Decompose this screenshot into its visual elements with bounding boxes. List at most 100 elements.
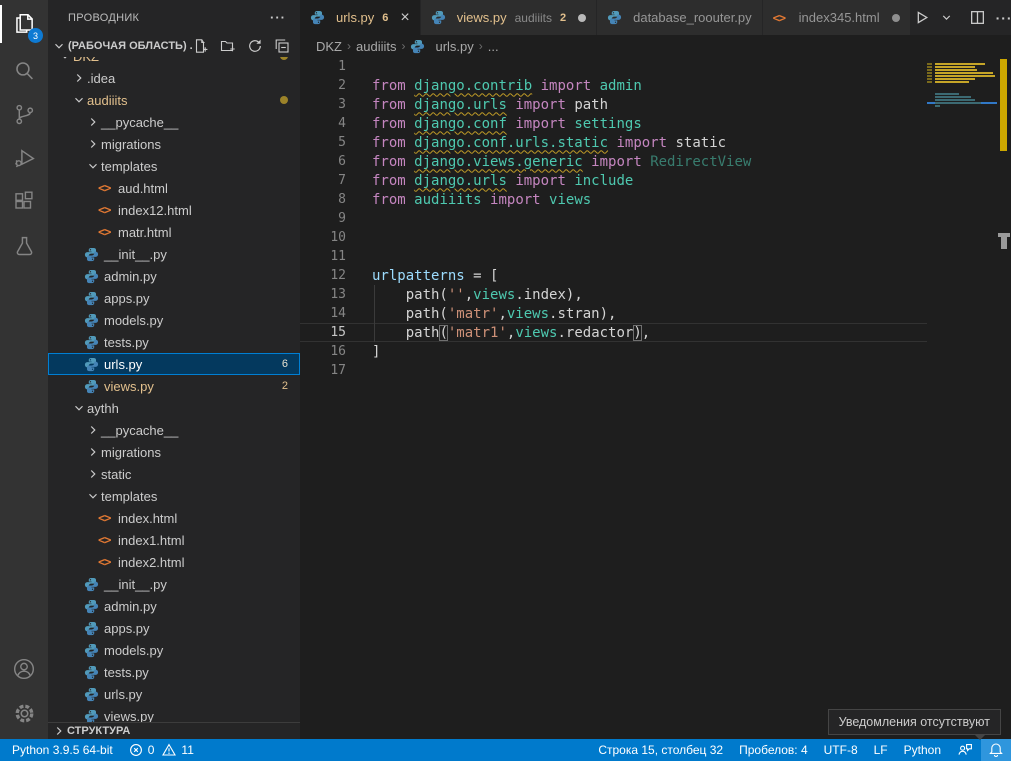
extensions-icon[interactable] bbox=[0, 180, 48, 224]
tree-item-admin.py[interactable]: admin.py bbox=[48, 265, 300, 287]
tree-item-aythh[interactable]: aythh bbox=[48, 397, 300, 419]
tree-item-index.html[interactable]: <>index.html bbox=[48, 507, 300, 529]
tree-item-label: models.py bbox=[104, 643, 163, 658]
collapse-all-icon[interactable] bbox=[274, 38, 290, 54]
account-icon[interactable] bbox=[0, 647, 48, 691]
tree-item-apps.py[interactable]: apps.py bbox=[48, 617, 300, 639]
explorer-icon[interactable]: 3 bbox=[0, 0, 48, 48]
tree-item-matr.html[interactable]: <>matr.html bbox=[48, 221, 300, 243]
tree-item-templates[interactable]: templates bbox=[48, 485, 300, 507]
cursor-marker-stub bbox=[1001, 237, 1007, 249]
tree-item-label: aythh bbox=[87, 401, 119, 416]
tree-item-views.py[interactable]: views.py2 bbox=[48, 375, 300, 397]
tree-item-views.py[interactable]: views.py bbox=[48, 705, 300, 722]
tree-item-index1.html[interactable]: <>index1.html bbox=[48, 529, 300, 551]
line-number: 7 bbox=[300, 173, 346, 188]
breadcrumb-item-urls.py[interactable]: urls.py bbox=[410, 39, 473, 54]
tree-item-models.py[interactable]: models.py bbox=[48, 309, 300, 331]
workspace-section-header[interactable]: (РАБОЧАЯ ОБЛАСТЬ) ... bbox=[48, 35, 300, 57]
tree-item-aud.html[interactable]: <>aud.html bbox=[48, 177, 300, 199]
tab-urls.py[interactable]: urls.py6× bbox=[300, 0, 421, 35]
tree-item-label: templates bbox=[101, 159, 157, 174]
tree-item-__init__.py[interactable]: __init__.py bbox=[48, 243, 300, 265]
search-icon[interactable] bbox=[0, 48, 48, 92]
status-language-mode[interactable]: Python bbox=[896, 739, 949, 761]
code-line: 14 path('matr',views.stran), bbox=[300, 304, 927, 323]
breadcrumb-separator-icon: › bbox=[401, 39, 405, 53]
feedback-icon[interactable] bbox=[949, 739, 981, 761]
testing-icon[interactable] bbox=[0, 224, 48, 268]
tree-item-tests.py[interactable]: tests.py bbox=[48, 331, 300, 353]
tree-item-audiiits[interactable]: audiiits bbox=[48, 89, 300, 111]
tab-database_roouter.py[interactable]: database_roouter.py bbox=[597, 0, 763, 35]
code-line: 13 path('',views.index), bbox=[300, 285, 927, 304]
settings-gear-icon[interactable] bbox=[0, 691, 48, 735]
status-indentation[interactable]: Пробелов: 4 bbox=[731, 739, 816, 761]
tree-item-admin.py[interactable]: admin.py bbox=[48, 595, 300, 617]
tree-item-migrations[interactable]: migrations bbox=[48, 441, 300, 463]
error-icon bbox=[129, 743, 143, 757]
status-encoding[interactable]: UTF-8 bbox=[816, 739, 866, 761]
structure-section-header[interactable]: СТРУКТУРА bbox=[48, 722, 300, 739]
run-and-debug-icon[interactable] bbox=[0, 136, 48, 180]
python-icon bbox=[84, 357, 104, 372]
more-actions-icon[interactable]: ··· bbox=[994, 8, 1011, 28]
tab-views.py[interactable]: views.pyaudiiits2 bbox=[421, 0, 597, 35]
sidebar-title: ПРОВОДНИК bbox=[68, 12, 139, 24]
split-editor-icon[interactable] bbox=[967, 7, 988, 28]
sidebar-more-actions-icon[interactable]: ··· bbox=[270, 10, 286, 25]
status-eol[interactable]: LF bbox=[866, 739, 896, 761]
tree-item-__pycache__[interactable]: __pycache__ bbox=[48, 419, 300, 441]
tree-item-static[interactable]: static bbox=[48, 463, 300, 485]
overview-ruler[interactable] bbox=[997, 57, 1011, 739]
tree-item-urls.py[interactable]: urls.py bbox=[48, 683, 300, 705]
breadcrumb-item-audiiits[interactable]: audiiits bbox=[356, 39, 396, 54]
code-line: 8from audiiits import views bbox=[300, 190, 927, 209]
notifications-bell-icon[interactable] bbox=[981, 739, 1011, 761]
minimap[interactable] bbox=[927, 60, 997, 180]
new-folder-icon[interactable] bbox=[220, 38, 236, 54]
tree-item-__pycache__[interactable]: __pycache__ bbox=[48, 111, 300, 133]
run-dropdown-chevron-icon[interactable] bbox=[938, 9, 955, 26]
tree-item-index2.html[interactable]: <>index2.html bbox=[48, 551, 300, 573]
tree-item-templates[interactable]: templates bbox=[48, 155, 300, 177]
tree-item-apps.py[interactable]: apps.py bbox=[48, 287, 300, 309]
tree-item-__init__.py[interactable]: __init__.py bbox=[48, 573, 300, 595]
minimap-warning-mark bbox=[935, 66, 975, 68]
tree-item-tests.py[interactable]: tests.py bbox=[48, 661, 300, 683]
chevron-right-icon bbox=[84, 467, 101, 481]
python-icon bbox=[84, 665, 104, 680]
code-line: 17 bbox=[300, 361, 927, 380]
source-control-icon[interactable] bbox=[0, 92, 48, 136]
line-number: 14 bbox=[300, 306, 346, 321]
tree-item-urls.py[interactable]: urls.py6 bbox=[48, 353, 300, 375]
status-cursor-position[interactable]: Строка 15, столбец 32 bbox=[590, 739, 731, 761]
dirty-dot-icon[interactable] bbox=[892, 14, 900, 22]
code-line-text: ] bbox=[372, 344, 380, 360]
tab-index345.html[interactable]: <>index345.html bbox=[763, 0, 911, 35]
tree-item-index12.html[interactable]: <>index12.html bbox=[48, 199, 300, 221]
tree-item-label: apps.py bbox=[104, 621, 150, 636]
activity-bar: 3 bbox=[0, 0, 48, 739]
tree-item-label: admin.py bbox=[104, 269, 157, 284]
new-file-icon[interactable] bbox=[193, 38, 209, 54]
status-problems[interactable]: 0 11 bbox=[121, 739, 202, 761]
close-icon[interactable]: × bbox=[400, 10, 409, 26]
tree-item-.idea[interactable]: .idea bbox=[48, 67, 300, 89]
tree-item-models.py[interactable]: models.py bbox=[48, 639, 300, 661]
dirty-dot-icon[interactable] bbox=[578, 14, 586, 22]
tree-item-DKZ[interactable]: DKZ bbox=[48, 57, 300, 67]
breadcrumb-label: ... bbox=[488, 39, 499, 54]
status-python-interpreter[interactable]: Python 3.9.5 64-bit bbox=[0, 739, 121, 761]
refresh-icon[interactable] bbox=[247, 38, 263, 54]
line-number: 17 bbox=[300, 363, 346, 378]
breadcrumb-item-...[interactable]: ... bbox=[488, 39, 499, 54]
breadcrumb-item-DKZ[interactable]: DKZ bbox=[316, 39, 342, 54]
breadcrumb-label: urls.py bbox=[435, 39, 473, 54]
run-icon[interactable] bbox=[911, 7, 932, 28]
tree-item-label: migrations bbox=[101, 445, 161, 460]
code-editor[interactable]: 12from django.contrib import admin3from … bbox=[300, 57, 1011, 739]
workspace-label: (РАБОЧАЯ ОБЛАСТЬ) ... bbox=[68, 40, 193, 52]
chevron-right-icon bbox=[84, 423, 101, 437]
tree-item-migrations[interactable]: migrations bbox=[48, 133, 300, 155]
